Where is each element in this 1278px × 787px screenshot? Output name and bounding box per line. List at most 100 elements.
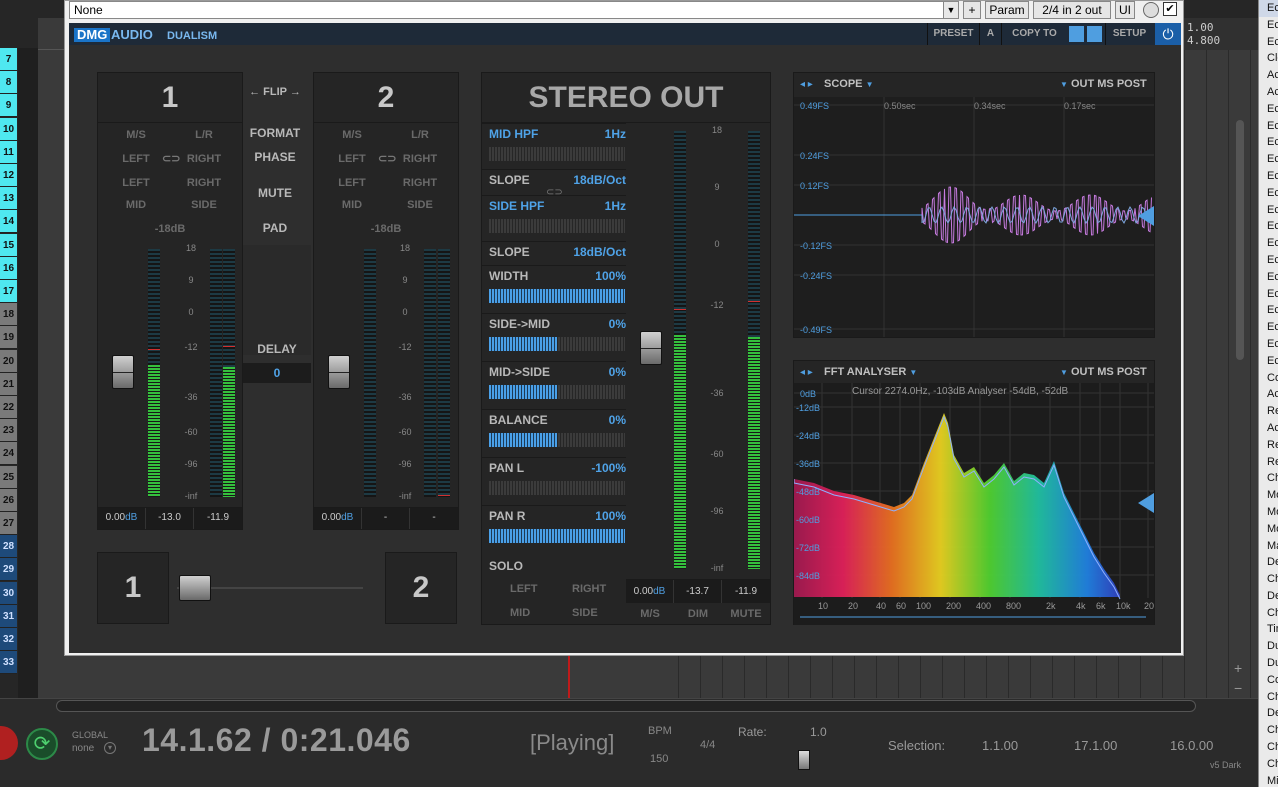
fx-list-item[interactable]: Ec xyxy=(1259,286,1278,303)
mute-left-button[interactable]: LEFT xyxy=(108,177,164,189)
link-icon[interactable]: ⊂⊃ xyxy=(546,187,563,198)
global-envelope-value[interactable]: none xyxy=(72,743,94,754)
param-button[interactable]: Param xyxy=(985,1,1029,19)
track-number[interactable]: 7 xyxy=(0,48,17,71)
horizontal-scrollbar[interactable] xyxy=(56,700,1196,712)
track-number[interactable]: 22 xyxy=(0,396,17,419)
fx-list-item[interactable]: Ma xyxy=(1259,538,1278,555)
track-number[interactable]: 18 xyxy=(0,303,17,327)
track-number[interactable]: 28 xyxy=(0,535,17,559)
copy-to-button[interactable]: COPY TO xyxy=(1001,23,1067,45)
preset-dropdown[interactable]: None xyxy=(69,1,959,19)
fx-list-item[interactable]: Ac xyxy=(1259,420,1278,437)
fx-list-item[interactable]: Ch xyxy=(1259,689,1278,706)
track-number[interactable]: 15 xyxy=(0,233,17,257)
nav-arrows-icon[interactable]: ◂ ▸ xyxy=(800,367,813,378)
param-value[interactable]: 100% xyxy=(552,509,626,523)
routing-button[interactable]: 2/4 in 2 out xyxy=(1033,1,1111,19)
param-value[interactable]: 0% xyxy=(552,413,626,427)
dim-button[interactable]: DIM xyxy=(674,603,722,625)
ms-button[interactable]: M/S xyxy=(324,129,380,141)
fx-list-item[interactable]: Mo xyxy=(1259,487,1278,504)
ms-output-button[interactable]: M/S xyxy=(626,603,674,625)
phase-right-button[interactable]: RIGHT xyxy=(176,153,232,165)
fx-list-item[interactable]: Ec xyxy=(1259,319,1278,336)
fx-list-item[interactable]: Du xyxy=(1259,655,1278,672)
selection-end[interactable]: 17.1.00 xyxy=(1074,738,1117,753)
chevron-down-icon[interactable]: ▼ xyxy=(943,1,959,19)
param-slider[interactable] xyxy=(489,481,625,495)
fx-list-item[interactable]: Re xyxy=(1259,454,1278,471)
track-number[interactable]: 20 xyxy=(0,349,17,373)
mute-mid-button[interactable]: MID xyxy=(108,199,164,211)
fx-list-item[interactable]: Ec xyxy=(1259,101,1278,118)
track-number[interactable]: 12 xyxy=(0,164,17,187)
mute-mid-button[interactable]: MID xyxy=(324,199,380,211)
fx-browser-list[interactable]: EcEcEcCloAcAcEcEcEcEcEcEcEcEcEcEcEcEcEcE… xyxy=(1258,0,1278,787)
fx-list-item[interactable]: Du xyxy=(1259,638,1278,655)
ms-button[interactable]: M/S xyxy=(108,129,164,141)
fx-list-item[interactable]: Ch xyxy=(1259,739,1278,756)
phase-left-button[interactable]: LEFT xyxy=(324,153,380,165)
position-display[interactable]: 14.1.62 / 0:21.046 xyxy=(142,722,411,759)
fx-list-item[interactable]: Ec xyxy=(1259,134,1278,151)
fx-list-item[interactable]: Ch xyxy=(1259,722,1278,739)
track-number[interactable]: 13 xyxy=(0,187,17,211)
fx-list-item[interactable]: Mi xyxy=(1259,773,1278,787)
fx-list-item[interactable]: Ec xyxy=(1259,269,1278,286)
preset-button[interactable]: PRESET xyxy=(927,23,979,45)
param-value[interactable]: 1Hz xyxy=(552,199,626,213)
track-number[interactable]: 29 xyxy=(0,558,17,582)
crossfade-slider[interactable] xyxy=(179,575,211,601)
mute-side-button[interactable]: SIDE xyxy=(392,199,448,211)
track-number[interactable]: 26 xyxy=(0,488,17,512)
track-number[interactable]: 10 xyxy=(0,117,17,141)
output-gain-fader[interactable] xyxy=(640,331,662,365)
fx-list-item[interactable]: Ec xyxy=(1259,0,1278,17)
track-number[interactable]: 32 xyxy=(0,628,17,651)
channel-1-gain-fader[interactable] xyxy=(112,355,134,389)
fx-list-item[interactable]: Re xyxy=(1259,437,1278,454)
nav-arrows-icon[interactable]: ◂ ▸ xyxy=(800,79,813,90)
left-peak-readout[interactable]: -13.7 xyxy=(674,580,722,603)
add-preset-button[interactable]: + xyxy=(963,1,981,19)
vertical-scrollbar[interactable] xyxy=(1236,120,1244,360)
fx-list-item[interactable]: Ec xyxy=(1259,235,1278,252)
crossfade-source-2[interactable]: 2 xyxy=(385,552,457,624)
fx-list-item[interactable]: Tin xyxy=(1259,621,1278,638)
fx-list-item[interactable]: Co xyxy=(1259,370,1278,387)
mute-side-button[interactable]: SIDE xyxy=(176,199,232,211)
fx-list-item[interactable]: Mo xyxy=(1259,504,1278,521)
right-peak-readout[interactable]: -11.9 xyxy=(722,580,770,603)
fft-mode[interactable]: ▼ OUT MS POST xyxy=(1060,366,1147,378)
solo-left-button[interactable]: LEFT xyxy=(510,583,538,595)
track-number[interactable]: 17 xyxy=(0,280,17,303)
fx-list-item[interactable]: Re xyxy=(1259,403,1278,420)
track-number[interactable]: 30 xyxy=(0,581,17,605)
solo-side-button[interactable]: SIDE xyxy=(572,607,598,619)
time-signature[interactable]: 4/4 xyxy=(700,739,715,751)
ui-button[interactable]: UI xyxy=(1115,1,1135,19)
scope-title[interactable]: SCOPE ▼ xyxy=(824,78,874,90)
channel-2-gain-fader[interactable] xyxy=(328,355,350,389)
chevron-down-icon[interactable]: ▾ xyxy=(104,742,116,754)
mute-right-button[interactable]: RIGHT xyxy=(176,177,232,189)
delay-value[interactable]: 0 xyxy=(243,363,311,383)
fx-list-item[interactable]: Clo xyxy=(1259,50,1278,67)
fx-list-item[interactable]: Ch xyxy=(1259,756,1278,773)
layout-grid-icon[interactable] xyxy=(1069,26,1103,42)
track-number[interactable]: 19 xyxy=(0,326,17,350)
track-number[interactable]: 23 xyxy=(0,419,17,443)
param-value[interactable]: 0% xyxy=(552,317,626,331)
gain-readout[interactable]: 0.00 xyxy=(322,512,341,523)
solo-mid-button[interactable]: MID xyxy=(510,607,530,619)
fx-list-item[interactable]: Ec xyxy=(1259,118,1278,135)
fx-list-item[interactable]: De xyxy=(1259,705,1278,722)
track-number[interactable]: 8 xyxy=(0,71,17,95)
bypass-checkbox[interactable]: ✔ xyxy=(1163,2,1177,16)
pad-button[interactable]: -18dB xyxy=(98,223,242,235)
param-slider[interactable] xyxy=(489,147,625,161)
flip-button[interactable]: ← FLIP → xyxy=(245,86,305,98)
param-slider[interactable] xyxy=(489,219,625,233)
scope-mode[interactable]: ▼ OUT MS POST xyxy=(1060,78,1147,90)
